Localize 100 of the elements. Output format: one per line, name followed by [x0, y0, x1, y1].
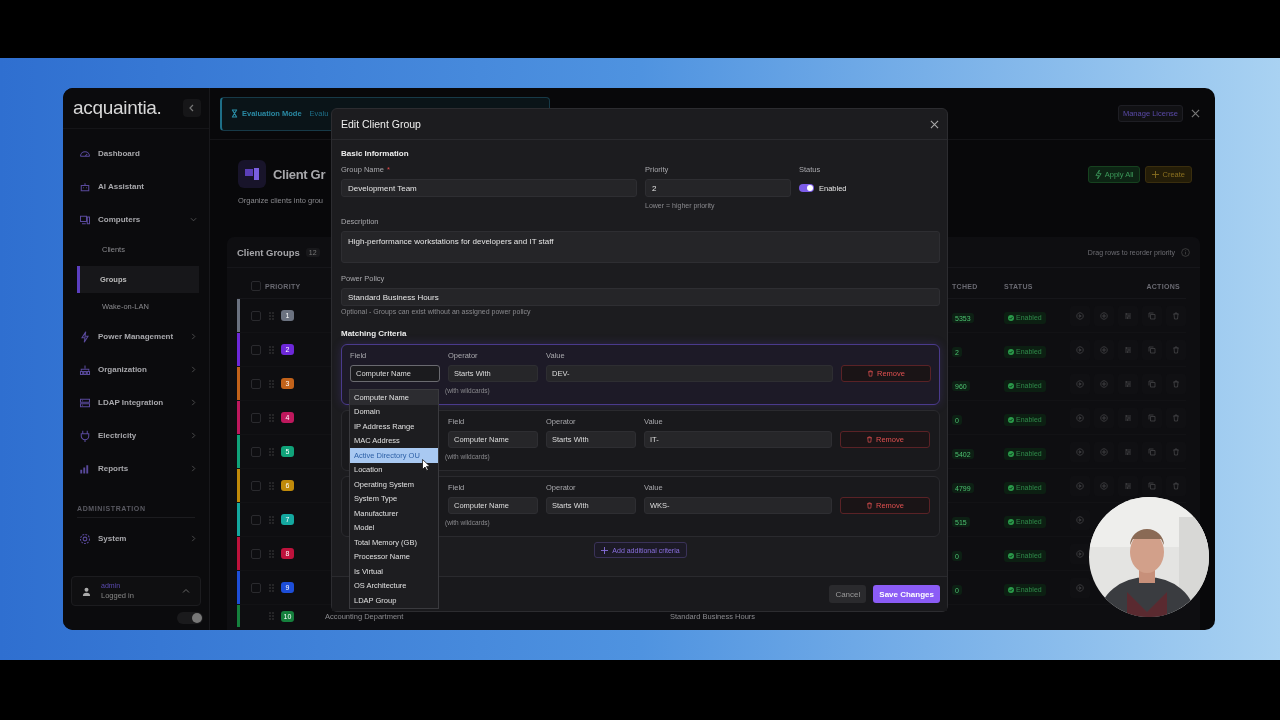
theme-toggle[interactable] — [177, 612, 203, 624]
status-toggle[interactable] — [799, 184, 814, 192]
trash-icon — [1172, 379, 1180, 388]
chevron-icon — [188, 104, 196, 112]
chevron-icon — [190, 366, 197, 373]
play-icon — [1076, 583, 1084, 592]
play-icon — [1076, 481, 1084, 490]
checkbox[interactable] — [251, 378, 261, 389]
chevron-icon — [182, 587, 190, 595]
chevron-icon — [190, 399, 197, 406]
nav-item[interactable]: Dashboard — [63, 137, 209, 170]
check-icon — [1008, 382, 1014, 389]
page-title: Client Gr — [273, 166, 326, 182]
monitor-icon — [238, 160, 266, 188]
group-name-field[interactable]: Development Team — [341, 179, 637, 197]
play-icon — [1076, 515, 1084, 524]
nav-item[interactable]: Electricity — [63, 419, 209, 452]
play-icon — [1076, 549, 1084, 558]
info-icon — [1181, 247, 1190, 257]
nav-item[interactable]: Organization — [63, 353, 209, 386]
lightning-icon — [1094, 170, 1102, 179]
play-icon — [1076, 311, 1084, 320]
play-icon — [1076, 379, 1084, 388]
description-field[interactable]: High-performance workstations for developers and IT staff — [341, 231, 940, 263]
plug-icon — [79, 429, 91, 442]
check-icon — [1008, 586, 1014, 593]
play-icon — [1076, 447, 1084, 456]
priority-field[interactable]: 2 — [645, 179, 791, 197]
section-heading: Basic Information — [341, 149, 410, 158]
copy-icon — [1148, 481, 1156, 490]
stop-icon — [1100, 447, 1108, 456]
chevron-icon — [190, 535, 197, 542]
checkbox[interactable] — [251, 548, 261, 559]
close-icon[interactable] — [1191, 109, 1200, 118]
close-icon[interactable] — [930, 119, 939, 129]
nav-item[interactable]: Reports — [63, 452, 209, 485]
checkbox[interactable] — [251, 480, 261, 491]
sliders-icon — [1124, 379, 1132, 388]
sliders-icon — [1124, 481, 1132, 490]
check-icon — [1008, 450, 1014, 457]
collapse-button[interactable] — [183, 99, 201, 117]
checkbox[interactable] — [251, 514, 261, 525]
chevron-icon — [190, 432, 197, 439]
sliders-icon — [1124, 413, 1132, 422]
robot-icon — [79, 180, 91, 193]
sliders-icon — [1124, 345, 1132, 354]
checkbox[interactable] — [251, 281, 261, 291]
copy-icon — [1148, 345, 1156, 354]
stop-icon — [1100, 345, 1108, 354]
bar-chart-icon — [79, 462, 91, 475]
hourglass-icon — [231, 109, 238, 118]
check-icon — [1008, 552, 1014, 559]
card-title: Client Groups — [237, 246, 300, 258]
nav-item[interactable]: System — [63, 522, 209, 555]
nav-item[interactable]: LDAP Integration — [63, 386, 209, 419]
chevron-icon — [190, 333, 197, 340]
trash-icon — [867, 370, 875, 377]
checkbox[interactable] — [251, 582, 261, 593]
cursor-icon — [422, 459, 430, 471]
cancel-button[interactable]: Cancel — [829, 585, 867, 603]
save-button[interactable]: Save Changes — [873, 585, 940, 603]
nav-item[interactable]: Power Management — [63, 320, 209, 353]
copy-icon — [1148, 311, 1156, 320]
play-icon — [1076, 345, 1084, 354]
trash-icon — [1172, 413, 1180, 422]
gear-icon — [79, 532, 91, 545]
check-icon — [1008, 314, 1014, 321]
logo: acquaintia. — [73, 97, 162, 119]
play-icon — [1076, 413, 1084, 422]
chevron-icon — [190, 465, 197, 472]
plus-icon — [1152, 171, 1160, 178]
dialog-title: Edit Client Group — [341, 118, 421, 130]
check-icon — [1008, 348, 1014, 355]
checkbox[interactable] — [251, 412, 261, 423]
trash-icon — [1172, 481, 1180, 490]
copy-icon — [1148, 379, 1156, 388]
copy-icon — [1148, 413, 1156, 422]
check-icon — [1008, 416, 1014, 423]
stop-icon — [1100, 413, 1108, 422]
chevron-icon — [190, 216, 197, 223]
power-policy-select[interactable]: Standard Business Hours — [341, 288, 940, 306]
sliders-icon — [1124, 311, 1132, 320]
user-icon — [82, 586, 91, 596]
checkbox[interactable] — [251, 310, 261, 321]
plus-icon — [601, 546, 609, 554]
section-heading: Matching Criteria — [341, 329, 408, 338]
check-icon — [1008, 518, 1014, 525]
lightning-icon — [79, 330, 91, 343]
checkbox[interactable] — [251, 344, 261, 355]
monitor-icon — [79, 213, 91, 226]
copy-icon — [1148, 447, 1156, 456]
nav-item[interactable]: Computers — [63, 203, 209, 236]
check-icon — [1008, 484, 1014, 491]
stop-icon — [1100, 481, 1108, 490]
trash-icon — [866, 502, 874, 509]
checkbox[interactable] — [251, 446, 261, 457]
trash-icon — [866, 436, 874, 443]
server-icon — [79, 396, 91, 409]
nav-item[interactable]: AI Assistant — [63, 170, 209, 203]
sliders-icon — [1124, 447, 1132, 456]
